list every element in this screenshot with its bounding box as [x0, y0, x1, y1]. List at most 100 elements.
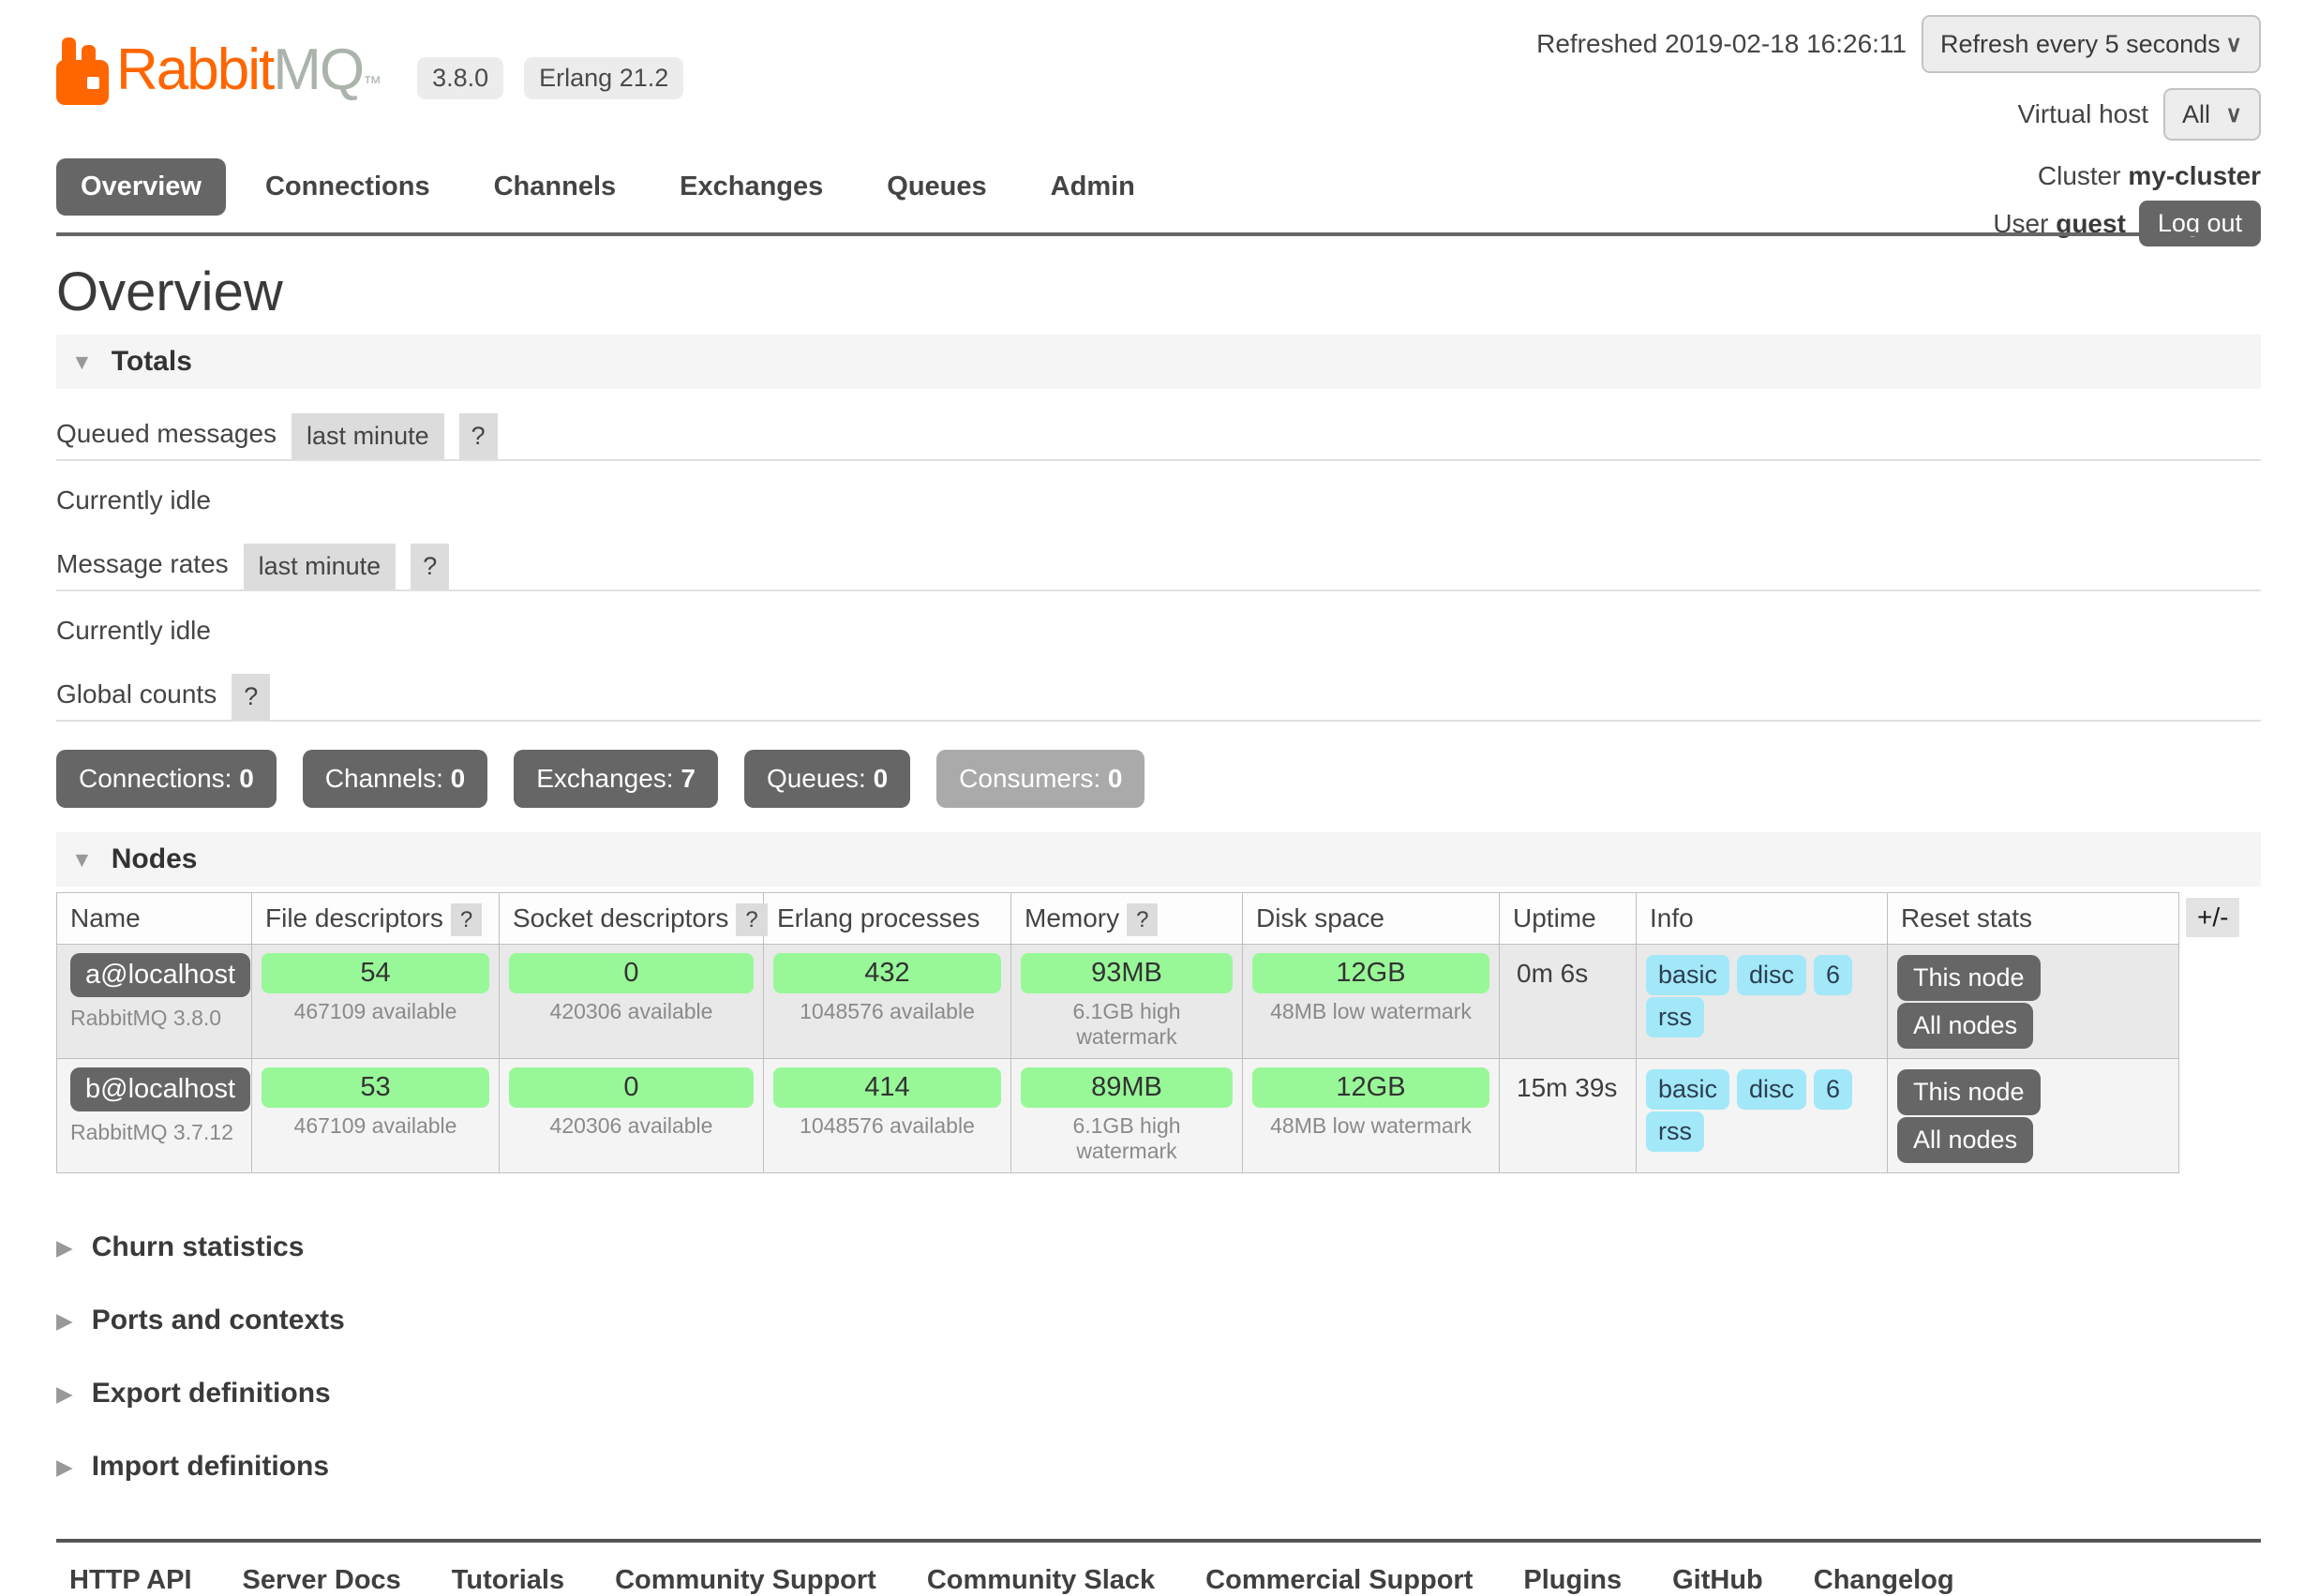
refresh-interval-select[interactable]: Refresh every 5 seconds ∨ — [1922, 15, 2261, 73]
memory-bar: 89MB — [1021, 1067, 1233, 1108]
footer-link-http-api[interactable]: HTTP API — [69, 1565, 192, 1596]
logout-button[interactable]: Log out — [2139, 201, 2261, 246]
reset-all-nodes-button[interactable]: All nodes — [1897, 1117, 2033, 1163]
col-memory: Memory? — [1011, 893, 1243, 945]
tab-queues[interactable]: Queues — [862, 158, 1010, 216]
tab-exchanges[interactable]: Exchanges — [655, 158, 847, 216]
sd-available: 420306 available — [509, 1113, 754, 1139]
disk-cell: 12GB 48MB low watermark — [1243, 945, 1500, 1059]
section-label: Import definitions — [92, 1451, 329, 1483]
triangle-right-icon: ▶ — [56, 1456, 73, 1478]
help-icon[interactable]: ? — [736, 903, 767, 936]
reset-this-node-button[interactable]: This node — [1897, 1069, 2041, 1115]
refreshed-timestamp: Refreshed 2019-02-18 16:26:11 — [1536, 29, 1907, 59]
rabbitmq-logo-icon — [56, 36, 109, 105]
counter-value: 0 — [239, 764, 254, 793]
queued-messages-row: Queued messages last minute ? — [56, 413, 2261, 461]
footer-link-commercial-support[interactable]: Commercial Support — [1205, 1565, 1473, 1596]
section-export-definitions[interactable]: ▶ Export definitions — [56, 1378, 2261, 1410]
node-name-badge[interactable]: b@localhost — [70, 1067, 250, 1111]
col-socket-descriptors: Socket descriptors? — [500, 893, 764, 945]
section-ports-and-contexts[interactable]: ▶ Ports and contexts — [56, 1305, 2261, 1336]
disk-watermark: 48MB low watermark — [1252, 1113, 1489, 1139]
help-icon[interactable]: ? — [232, 674, 270, 720]
footer-link-changelog[interactable]: Changelog — [1814, 1565, 1954, 1596]
page: RabbitMQ™ 3.8.0 Erlang 21.2 Refreshed 20… — [0, 0, 2304, 1596]
column-selector-button[interactable]: +/- — [2186, 898, 2239, 937]
uptime-value: 15m 39s — [1509, 1067, 1626, 1103]
node-name-cell: a@localhost RabbitMQ 3.8.0 — [57, 945, 252, 1059]
footer-link-community-support[interactable]: Community Support — [615, 1565, 876, 1596]
memory-cell: 89MB 6.1GB high watermark — [1011, 1059, 1243, 1173]
info-tag-rss: rss — [1646, 997, 1704, 1037]
info-cell: basicdisc6rss — [1637, 945, 1888, 1059]
node-name-badge[interactable]: a@localhost — [70, 953, 250, 997]
reset-stats-cell: This nodeAll nodes — [1888, 1059, 2179, 1173]
footer-link-community-slack[interactable]: Community Slack — [927, 1565, 1155, 1596]
triangle-right-icon: ▶ — [56, 1310, 73, 1332]
consumers-counter-button: Consumers: 0 — [936, 750, 1145, 808]
logo-row: RabbitMQ™ 3.8.0 Erlang 21.2 — [56, 36, 683, 105]
trademark-icon: ™ — [363, 73, 380, 94]
node-row-b: b@localhost RabbitMQ 3.7.12 53 467109 av… — [57, 1059, 2179, 1173]
disk-bar: 12GB — [1252, 953, 1489, 993]
tab-connections[interactable]: Connections — [241, 158, 455, 216]
nav-divider — [56, 232, 2261, 236]
node-version: RabbitMQ 3.8.0 — [70, 1006, 242, 1031]
section-import-definitions[interactable]: ▶ Import definitions — [56, 1451, 2261, 1483]
info-tag-disc: disc — [1737, 1069, 1806, 1110]
virtual-host-label: Virtual host — [2017, 99, 2148, 129]
proc-available: 1048576 available — [773, 999, 1001, 1024]
sd-cell: 0 420306 available — [500, 1059, 764, 1173]
counter-label: Connections: — [79, 764, 232, 793]
section-label: Churn statistics — [92, 1231, 305, 1263]
col-disk-space: Disk space — [1243, 893, 1500, 945]
rates-idle-text: Currently idle — [56, 616, 2261, 646]
tab-overview[interactable]: Overview — [56, 158, 226, 216]
triangle-right-icon: ▶ — [56, 1237, 73, 1259]
help-icon[interactable]: ? — [459, 413, 498, 459]
brand-text: RabbitMQ™ — [116, 41, 380, 99]
col-reset-stats: Reset stats — [1888, 893, 2179, 945]
help-icon[interactable]: ? — [451, 903, 482, 936]
memory-watermark: 6.1GB high watermark — [1021, 1113, 1233, 1164]
footer-link-server-docs[interactable]: Server Docs — [243, 1565, 401, 1596]
tab-channels[interactable]: Channels — [470, 158, 641, 216]
nodes-header-row: Name File descriptors? Socket descriptor… — [57, 893, 2179, 945]
erlang-version-badge: Erlang 21.2 — [524, 57, 683, 99]
channels-counter-button[interactable]: Channels: 0 — [303, 750, 487, 808]
queued-messages-range-tab[interactable]: last minute — [292, 413, 444, 459]
help-icon[interactable]: ? — [411, 544, 449, 589]
queued-messages-label: Queued messages — [56, 419, 277, 455]
footer-link-plugins[interactable]: Plugins — [1523, 1565, 1622, 1596]
virtual-host-select[interactable]: All ∨ — [2163, 88, 2261, 141]
exchanges-counter-button[interactable]: Exchanges: 7 — [514, 750, 718, 808]
cluster-label: Cluster — [2038, 161, 2121, 191]
global-counters: Connections: 0 Channels: 0 Exchanges: 7 … — [56, 750, 2261, 808]
message-rates-range-tab[interactable]: last minute — [244, 544, 396, 589]
footer-link-tutorials[interactable]: Tutorials — [452, 1565, 564, 1596]
counter-label: Channels: — [325, 764, 443, 793]
section-label: Export definitions — [92, 1378, 331, 1410]
help-icon[interactable]: ? — [1127, 903, 1158, 936]
reset-all-nodes-button[interactable]: All nodes — [1897, 1003, 2033, 1049]
reset-this-node-button[interactable]: This node — [1897, 955, 2041, 1001]
uptime-cell: 15m 39s — [1500, 1059, 1637, 1173]
node-name-cell: b@localhost RabbitMQ 3.7.12 — [57, 1059, 252, 1173]
uptime-value: 0m 6s — [1509, 953, 1626, 989]
col-file-descriptors: File descriptors? — [252, 893, 500, 945]
footer-link-github[interactable]: GitHub — [1672, 1565, 1763, 1596]
connections-counter-button[interactable]: Connections: 0 — [56, 750, 277, 808]
counter-value: 0 — [874, 764, 889, 793]
tab-admin[interactable]: Admin — [1026, 158, 1159, 216]
section-totals-header[interactable]: ▼ Totals — [56, 335, 2261, 389]
rabbitmq-logo[interactable]: RabbitMQ™ — [56, 36, 380, 105]
global-counts-row: Global counts ? — [56, 674, 2261, 722]
section-totals-label: Totals — [112, 346, 192, 378]
uptime-cell: 0m 6s — [1500, 945, 1637, 1059]
triangle-right-icon: ▶ — [56, 1383, 73, 1405]
col-uptime: Uptime — [1500, 893, 1637, 945]
section-nodes-header[interactable]: ▼ Nodes — [56, 832, 2261, 887]
queues-counter-button[interactable]: Queues: 0 — [744, 750, 910, 808]
section-churn-statistics[interactable]: ▶ Churn statistics — [56, 1231, 2261, 1263]
